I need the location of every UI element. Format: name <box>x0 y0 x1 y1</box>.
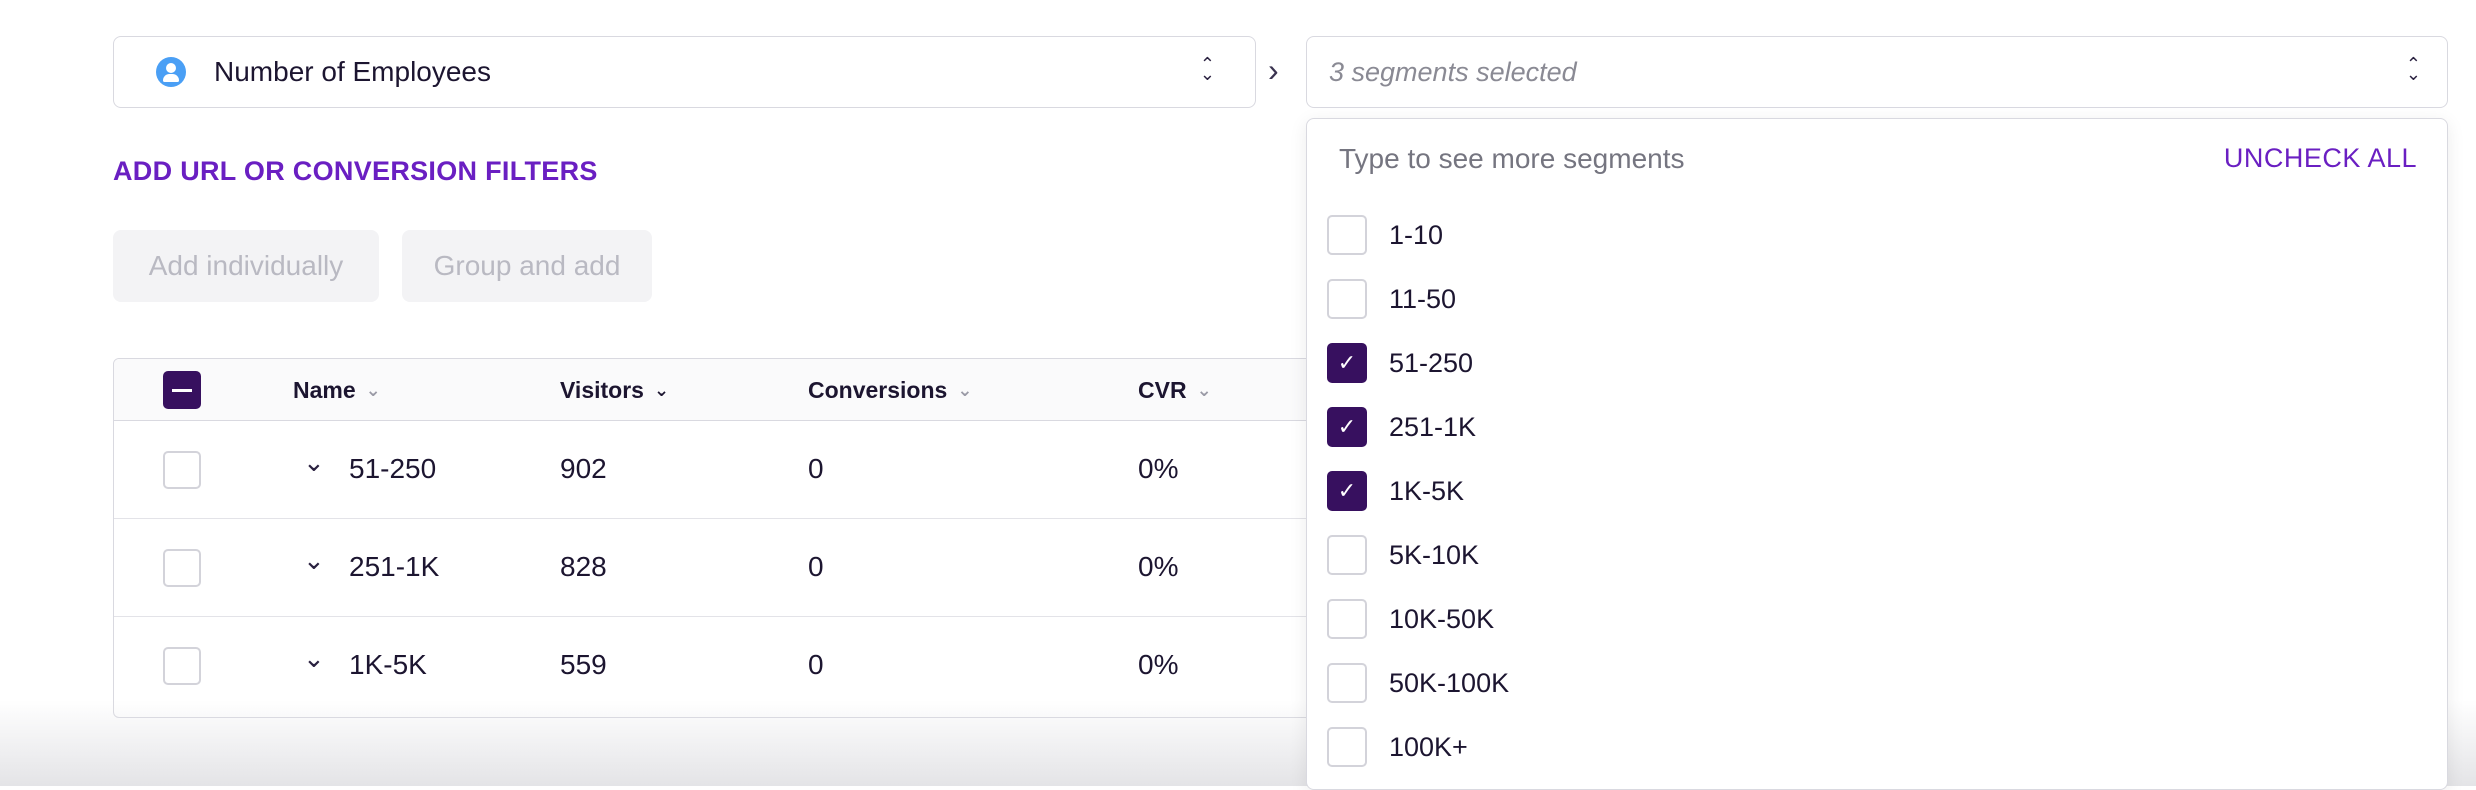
row-conversions: 0 <box>808 551 824 582</box>
user-icon <box>156 57 186 87</box>
option-checkbox[interactable] <box>1327 599 1367 639</box>
segment-option[interactable]: ✓ 251-1K <box>1327 407 1476 447</box>
option-checkbox[interactable] <box>1327 215 1367 255</box>
option-label: 50K-100K <box>1389 667 1510 698</box>
option-label: 251-1K <box>1389 411 1477 442</box>
segment-option[interactable]: ✓ 1K-5K <box>1327 471 1464 511</box>
expand-chevron-icon[interactable]: ⌄ <box>303 545 325 576</box>
segment-values-placeholder: 3 segments selected <box>1329 56 1577 87</box>
row-cvr: 0% <box>1138 551 1179 582</box>
expand-chevron-icon[interactable]: ⌄ <box>303 643 325 674</box>
updown-caret-icon: ⌃ ⌄ <box>1199 54 1215 84</box>
row-name: 251-1K <box>349 551 440 582</box>
group-and-add-button[interactable]: Group and add <box>402 230 652 302</box>
segments-dropdown: Type to see more segments UNCHECK ALL 1-… <box>1306 118 2448 790</box>
row-name: 51-250 <box>349 453 437 484</box>
chevron-right-icon: › <box>1268 52 1279 88</box>
row-name: 1K-5K <box>349 649 427 680</box>
row-visitors: 559 <box>560 649 607 680</box>
checkmark-icon[interactable]: ✓ <box>1327 471 1367 511</box>
chevron-down-icon: ⌄ <box>957 379 973 400</box>
option-label: 51-250 <box>1389 347 1474 378</box>
column-header-conversions[interactable]: Conversions ⌄ <box>808 375 972 405</box>
checkmark-icon[interactable]: ✓ <box>1327 407 1367 447</box>
option-checkbox[interactable] <box>1327 727 1367 767</box>
table-row[interactable]: ⌄ 251-1K 828 0 0% <box>114 519 1442 617</box>
chevron-down-icon: ⌄ <box>365 379 381 400</box>
row-conversions: 0 <box>808 453 824 484</box>
add-filters-link[interactable]: ADD URL OR CONVERSION FILTERS <box>113 156 598 192</box>
segment-option[interactable]: 100K+ <box>1327 727 1468 767</box>
option-checkbox[interactable] <box>1327 663 1367 703</box>
option-label: 11-50 <box>1389 283 1457 314</box>
expand-chevron-icon[interactable]: ⌄ <box>303 447 325 478</box>
segment-option[interactable]: ✓ 51-250 <box>1327 343 1473 383</box>
row-visitors: 902 <box>560 453 607 484</box>
row-checkbox[interactable] <box>163 549 201 587</box>
select-all-checkbox[interactable] <box>163 371 201 409</box>
option-label: 5K-10K <box>1389 539 1480 570</box>
row-cvr: 0% <box>1138 649 1179 680</box>
segments-table: Name ⌄ Visitors ⌄ Conversions ⌄ CVR ⌄ ⌄ 51-2… <box>113 358 1443 718</box>
option-label: 1-10 <box>1389 219 1444 250</box>
segment-search-input[interactable]: Type to see more segments <box>1339 143 1685 175</box>
segment-values-select[interactable]: 3 segments selected ⌃ ⌄ <box>1306 36 2448 108</box>
checkmark-icon[interactable]: ✓ <box>1327 343 1367 383</box>
chevron-down-icon: ⌄ <box>653 379 670 400</box>
column-header-cvr[interactable]: CVR ⌄ <box>1138 375 1212 405</box>
segment-type-label: Number of Employees <box>214 56 492 87</box>
segment-type-select[interactable]: Number of Employees ⌃ ⌄ <box>113 36 1256 108</box>
option-label: 10K-50K <box>1389 603 1495 634</box>
uncheck-all-button[interactable]: UNCHECK ALL <box>2224 143 2417 174</box>
segment-option[interactable]: 1-10 <box>1327 215 1443 255</box>
row-cvr: 0% <box>1138 453 1179 484</box>
updown-caret-icon: ⌃ ⌄ <box>2405 54 2421 84</box>
segment-option[interactable]: 50K-100K <box>1327 663 1509 703</box>
segment-option[interactable]: 10K-50K <box>1327 599 1494 639</box>
column-header-visitors[interactable]: Visitors ⌄ <box>560 375 669 405</box>
segment-option[interactable]: 5K-10K <box>1327 535 1479 575</box>
option-label: 100K+ <box>1389 731 1468 762</box>
row-checkbox[interactable] <box>163 647 201 685</box>
row-visitors: 828 <box>560 551 607 582</box>
chevron-down-icon: ⌄ <box>1196 379 1212 400</box>
option-label: 1K-5K <box>1389 475 1465 506</box>
column-header-name[interactable]: Name ⌄ <box>293 375 381 405</box>
row-checkbox[interactable] <box>163 451 201 489</box>
row-conversions: 0 <box>808 649 824 680</box>
table-header: Name ⌄ Visitors ⌄ Conversions ⌄ CVR ⌄ <box>114 359 1442 421</box>
table-row[interactable]: ⌄ 51-250 902 0 0% <box>114 421 1442 519</box>
option-checkbox[interactable] <box>1327 535 1367 575</box>
option-checkbox[interactable] <box>1327 279 1367 319</box>
segment-option[interactable]: 11-50 <box>1327 279 1456 319</box>
add-individually-button[interactable]: Add individually <box>113 230 379 302</box>
